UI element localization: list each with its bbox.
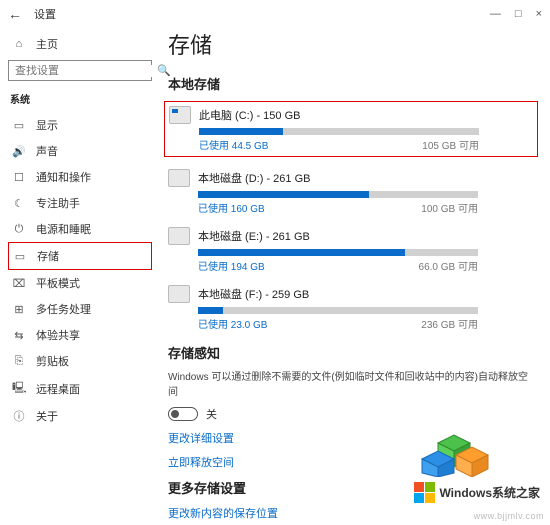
- sidebar-item-10[interactable]: 🖳 远程桌面: [8, 374, 152, 403]
- nav-icon: 🖳: [12, 379, 26, 398]
- nav-label: 存储: [37, 248, 59, 264]
- back-arrow-icon[interactable]: ←: [8, 6, 22, 22]
- sidebar-item-11[interactable]: ⓘ 关于: [8, 403, 152, 429]
- sidebar-item-0[interactable]: ▭ 显示: [8, 112, 152, 138]
- usage-bar: [198, 191, 478, 198]
- drive-name: 本地磁盘 (E:) - 261 GB: [198, 228, 310, 244]
- drive-name: 本地磁盘 (D:) - 261 GB: [198, 170, 310, 186]
- nav-icon: ⎘: [12, 355, 26, 368]
- sidebar-item-2[interactable]: ☐ 通知和操作: [8, 164, 152, 190]
- drive-icon: [168, 285, 190, 303]
- nav-icon: ☾: [12, 197, 26, 210]
- titlebar: ← 设置 — □ ×: [0, 0, 550, 28]
- drive-icon: [168, 169, 190, 187]
- nav-icon: ⓘ: [12, 408, 26, 424]
- nav-icon: ☐: [12, 171, 26, 184]
- brand-text: Windows系统之家: [439, 484, 540, 501]
- used-label: 已使用 44.5 GB: [199, 137, 268, 152]
- usage-bar: [198, 249, 478, 256]
- search-input[interactable]: 🔍: [8, 60, 152, 81]
- sidebar-item-6[interactable]: ⌧ 平板模式: [8, 270, 152, 296]
- drive-2[interactable]: 本地磁盘 (E:) - 261 GB 已使用 194 GB 66.0 GB 可用: [168, 227, 534, 273]
- nav-icon: ⇆: [12, 329, 26, 342]
- nav-label: 关于: [36, 408, 58, 424]
- nav-icon: ⌧: [12, 277, 26, 290]
- nav-label: 声音: [36, 143, 58, 159]
- free-label: 236 GB 可用: [421, 316, 478, 331]
- home-icon: ⌂: [12, 38, 26, 50]
- nav-label: 剪贴板: [36, 353, 69, 369]
- window-title: 设置: [34, 6, 56, 22]
- sidebar-item-8[interactable]: ⇆ 体验共享: [8, 322, 152, 348]
- nav-label: 远程桌面: [36, 381, 80, 397]
- brand-overlay: Windows系统之家: [412, 480, 542, 505]
- sidebar-item-4[interactable]: ⏻ 电源和睡眠: [8, 216, 152, 242]
- usage-bar: [198, 307, 478, 314]
- free-label: 100 GB 可用: [421, 200, 478, 215]
- free-label: 105 GB 可用: [422, 137, 479, 152]
- sidebar-section-label: 系统: [10, 91, 152, 106]
- used-label: 已使用 194 GB: [198, 258, 265, 273]
- drive-0[interactable]: 此电脑 (C:) - 150 GB 已使用 44.5 GB 105 GB 可用: [164, 101, 538, 157]
- drive-3[interactable]: 本地磁盘 (F:) - 259 GB 已使用 23.0 GB 236 GB 可用: [168, 285, 534, 331]
- usage-bar: [199, 128, 479, 135]
- storage-sense-toggle[interactable]: [168, 407, 198, 421]
- page-title: 存储: [168, 28, 534, 60]
- link-change-detail[interactable]: 更改详细设置: [168, 430, 534, 446]
- nav-label: 专注助手: [36, 195, 80, 211]
- drive-name: 此电脑 (C:) - 150 GB: [199, 107, 300, 123]
- drive-1[interactable]: 本地磁盘 (D:) - 261 GB 已使用 160 GB 100 GB 可用: [168, 169, 534, 215]
- nav-label: 平板模式: [36, 275, 80, 291]
- watermark: www.bjjmlv.com: [474, 511, 544, 521]
- nav-label: 体验共享: [36, 327, 80, 343]
- toggle-label: 关: [206, 406, 217, 422]
- free-label: 66.0 GB 可用: [419, 258, 478, 273]
- minimize-button[interactable]: —: [490, 8, 501, 20]
- home-label: 主页: [36, 36, 58, 52]
- nav-icon: ⊞: [12, 303, 26, 316]
- sidebar-item-1[interactable]: 🔊 声音: [8, 138, 152, 164]
- content-area: 存储 本地存储 此电脑 (C:) - 150 GB 已使用 44.5 GB 10…: [160, 28, 550, 525]
- search-field[interactable]: [15, 65, 157, 77]
- drive-name: 本地磁盘 (F:) - 259 GB: [198, 286, 309, 302]
- sidebar-home[interactable]: ⌂ 主页: [8, 32, 152, 60]
- sidebar-item-5[interactable]: ▭ 存储: [8, 242, 152, 270]
- nav-label: 显示: [36, 117, 58, 133]
- nav-icon: ▭: [12, 119, 26, 132]
- nav-label: 电源和睡眠: [36, 221, 91, 237]
- storage-sense-desc: Windows 可以通过删除不需要的文件(例如临时文件和回收站中的内容)自动释放…: [168, 370, 534, 400]
- used-label: 已使用 23.0 GB: [198, 316, 267, 331]
- maximize-button[interactable]: □: [515, 8, 522, 20]
- windows-logo-icon: [414, 482, 435, 503]
- nav-icon: 🔊: [12, 145, 26, 158]
- sidebar: ⌂ 主页 🔍 系统 ▭ 显示 🔊 声音 ☐ 通知和操作 ☾ 专注助手 ⏻ 电源和睡眠 ▭ 存储 ⌧ 平板模…: [0, 28, 160, 525]
- storage-sense-heading: 存储感知: [168, 343, 534, 362]
- nav-label: 通知和操作: [36, 169, 91, 185]
- nav-icon: ⏻: [12, 223, 26, 236]
- nav-icon: ▭: [13, 250, 27, 263]
- sidebar-item-9[interactable]: ⎘ 剪贴板: [8, 348, 152, 374]
- nav-label: 多任务处理: [36, 301, 91, 317]
- local-storage-heading: 本地存储: [168, 74, 534, 93]
- drive-icon: [168, 227, 190, 245]
- sidebar-item-3[interactable]: ☾ 专注助手: [8, 190, 152, 216]
- link-free-space[interactable]: 立即释放空间: [168, 454, 534, 470]
- sidebar-item-7[interactable]: ⊞ 多任务处理: [8, 296, 152, 322]
- close-button[interactable]: ×: [536, 8, 542, 20]
- used-label: 已使用 160 GB: [198, 200, 265, 215]
- drive-icon: [169, 106, 191, 124]
